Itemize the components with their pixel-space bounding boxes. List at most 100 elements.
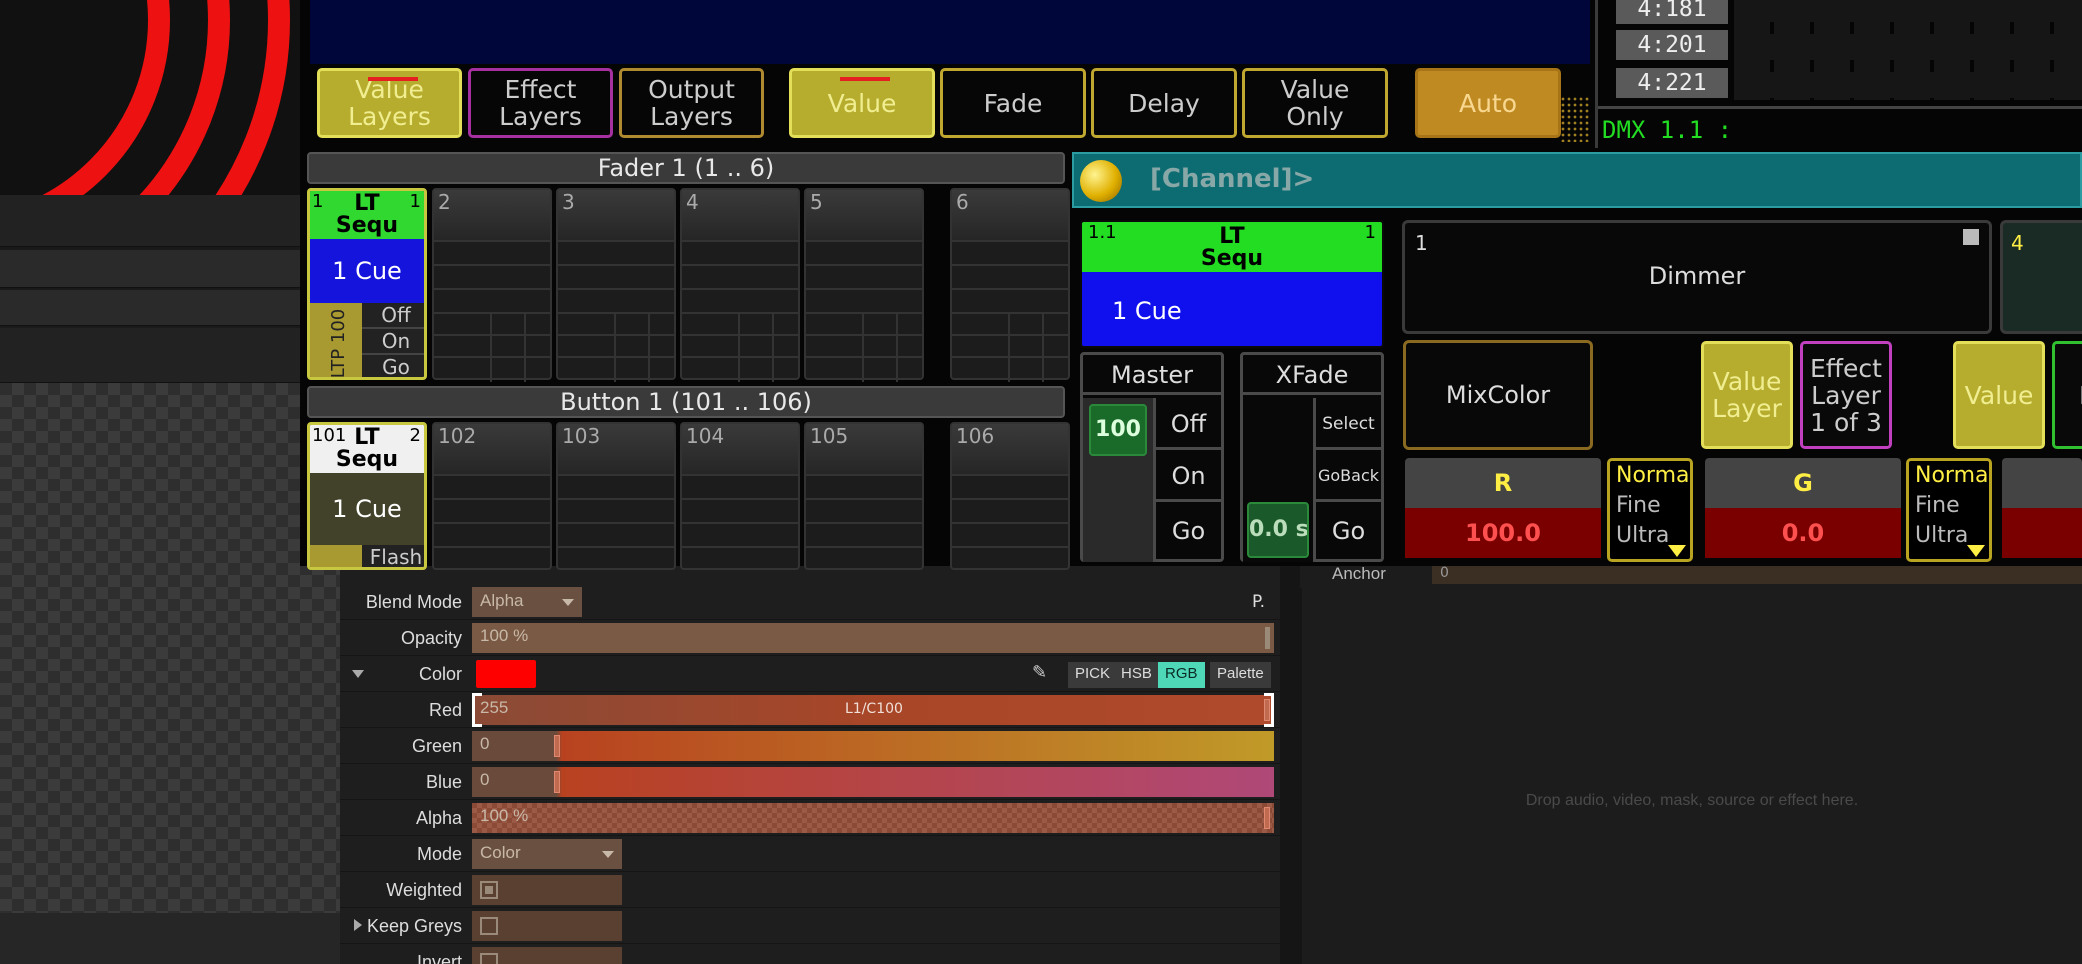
weighted-row: Weighted [340, 872, 1280, 908]
keep-greys-checkbox[interactable] [480, 917, 498, 935]
attribute-g-value[interactable]: 0.0 [1705, 508, 1901, 558]
grid-line [434, 356, 550, 358]
master-off-button[interactable]: Off [1153, 398, 1221, 450]
output-layers-button[interactable]: Output Layers [619, 68, 764, 138]
drop-zone[interactable]: Drop audio, video, mask, source or effec… [1302, 560, 2082, 964]
resize-grip-icon[interactable] [1560, 96, 1590, 142]
effect-layer-button[interactable]: Effect Layer 1 of 3 [1800, 341, 1892, 449]
grid-line [558, 312, 674, 314]
executor-1-go[interactable]: Go [362, 355, 424, 377]
xfade-fader[interactable]: 0.0 s [1243, 398, 1313, 562]
green-slider[interactable] [472, 731, 1274, 761]
panel-divider[interactable] [1280, 560, 1302, 964]
fader-slot[interactable]: 6 [950, 188, 1070, 382]
expand-icon[interactable] [354, 919, 362, 931]
fader-slot[interactable]: 5 [804, 188, 924, 382]
button-slot-number: 103 [562, 424, 601, 448]
executor-101[interactable]: 101 2 LT Sequ 1 Cue Flash [307, 422, 427, 570]
executor-101-cue: 1 Cue [310, 473, 424, 545]
hsb-button[interactable]: HSB [1114, 662, 1159, 688]
p-button[interactable]: P. [1252, 592, 1265, 612]
auto-button[interactable]: Auto [1415, 68, 1561, 138]
fader-slot[interactable]: 4 [680, 188, 800, 382]
checkbox-icon[interactable] [1963, 229, 1979, 245]
weighted-label: Weighted [386, 880, 462, 900]
resolution-g[interactable]: Norma Fine Ultra [1906, 458, 1992, 562]
fader-slot[interactable]: 2 [432, 188, 552, 382]
resolution-fine: Fine [1616, 493, 1661, 518]
dimmer-attribute[interactable]: 1 Dimmer [1402, 220, 1992, 334]
value-only-button[interactable]: Value Only [1242, 68, 1388, 138]
executor-1[interactable]: 1 1 LT Sequ 1 Cue LTP 100 Off On Go [307, 188, 427, 380]
button-slot[interactable]: 106 [950, 422, 1070, 570]
button-slot[interactable]: 103 [556, 422, 676, 570]
blue-slider[interactable] [472, 767, 1274, 797]
xfade-select-button[interactable]: Select [1313, 398, 1381, 450]
palette-button[interactable]: Palette [1210, 662, 1271, 688]
pick-button[interactable]: PICK [1068, 662, 1118, 688]
left-panel-row [0, 290, 300, 326]
fader-slot[interactable]: 3 [556, 188, 676, 382]
value-layer-button[interactable]: Value Layer [1701, 341, 1793, 449]
executor-1-off[interactable]: Off [362, 303, 424, 329]
weighted-checkbox[interactable] [480, 881, 498, 899]
screen-root: { "ma": { "layer_buttons": [ {"label_lin… [0, 0, 2082, 964]
invert-checkbox[interactable] [480, 953, 498, 964]
master-on-button[interactable]: On [1153, 450, 1221, 502]
attribute-b-value[interactable] [2002, 508, 2082, 558]
button-slot[interactable]: 105 [804, 422, 924, 570]
alpha-slider[interactable] [472, 803, 1274, 833]
grid-line [952, 356, 1068, 358]
value-mode-button[interactable]: Value [789, 68, 935, 138]
blend-mode-select[interactable]: Alpha [472, 587, 582, 617]
master-go-button[interactable]: Go [1153, 502, 1221, 560]
grid-line [682, 240, 798, 242]
selected-executor[interactable]: 1.1 1 LT Sequ 1 Cue [1080, 220, 1384, 348]
grid-line [1042, 312, 1044, 382]
grid-line [434, 498, 550, 500]
xfade-go-button[interactable]: Go [1313, 502, 1381, 560]
selected-executor-line1: LT [1219, 224, 1245, 249]
executor-1-number: 1 [312, 191, 324, 212]
red-label: Red [428, 700, 462, 720]
button-slot[interactable]: 102 [432, 422, 552, 570]
eyedropper-icon[interactable]: ✎ [1032, 662, 1047, 683]
attribute-r-header[interactable]: R [1405, 458, 1601, 508]
button-slot-number: 106 [956, 424, 995, 448]
opacity-label: Opacity [400, 628, 462, 648]
fader-slot-header [952, 190, 1068, 240]
effect-layers-button[interactable]: Effect Layers [468, 68, 613, 138]
resolution-r[interactable]: Norma Fine Ultra [1607, 458, 1693, 562]
flash-button[interactable]: Flash [362, 545, 424, 567]
mixcolor-button[interactable]: MixColor [1403, 340, 1593, 450]
green-value: 0 [480, 734, 490, 753]
executor-1-line1: LT [354, 191, 380, 216]
value-button-right[interactable]: Value [1953, 341, 2045, 449]
collapse-icon[interactable] [352, 670, 364, 678]
fade-button-right[interactable]: F [2052, 341, 2082, 449]
red-value: 255 [480, 698, 509, 717]
fade-button[interactable]: Fade [940, 68, 1086, 138]
rgb-button[interactable]: RGB [1158, 662, 1205, 688]
color-swatch[interactable] [476, 660, 536, 688]
opacity-slider[interactable] [472, 623, 1274, 653]
value-layers-button[interactable]: Value Layers [317, 68, 462, 138]
green-label: Green [411, 736, 462, 756]
output-layers-line1: Output [648, 75, 735, 104]
mode-select[interactable]: Color [472, 839, 622, 869]
command-line[interactable]: [Channel]> [1072, 152, 2082, 208]
xfade-goback-button[interactable]: GoBack [1313, 450, 1381, 502]
executor-1-on[interactable]: On [362, 329, 424, 355]
anchor-slider[interactable] [1432, 566, 2082, 584]
button-slot[interactable]: 104 [680, 422, 800, 570]
attribute-b-header[interactable] [2002, 458, 2082, 508]
attribute-r-value[interactable]: 100.0 [1405, 508, 1601, 558]
effect-layers-line1: Effect [504, 75, 577, 104]
alpha-value: 100 % [480, 806, 529, 825]
attribute-g-header[interactable]: G [1705, 458, 1901, 508]
delay-button[interactable]: Delay [1091, 68, 1237, 138]
grid-line [1008, 312, 1010, 382]
fixture-4[interactable]: 4 [2000, 220, 2082, 334]
master-fader[interactable]: 100 [1083, 398, 1153, 562]
effect-layer-line2: Layer [1811, 380, 1881, 410]
